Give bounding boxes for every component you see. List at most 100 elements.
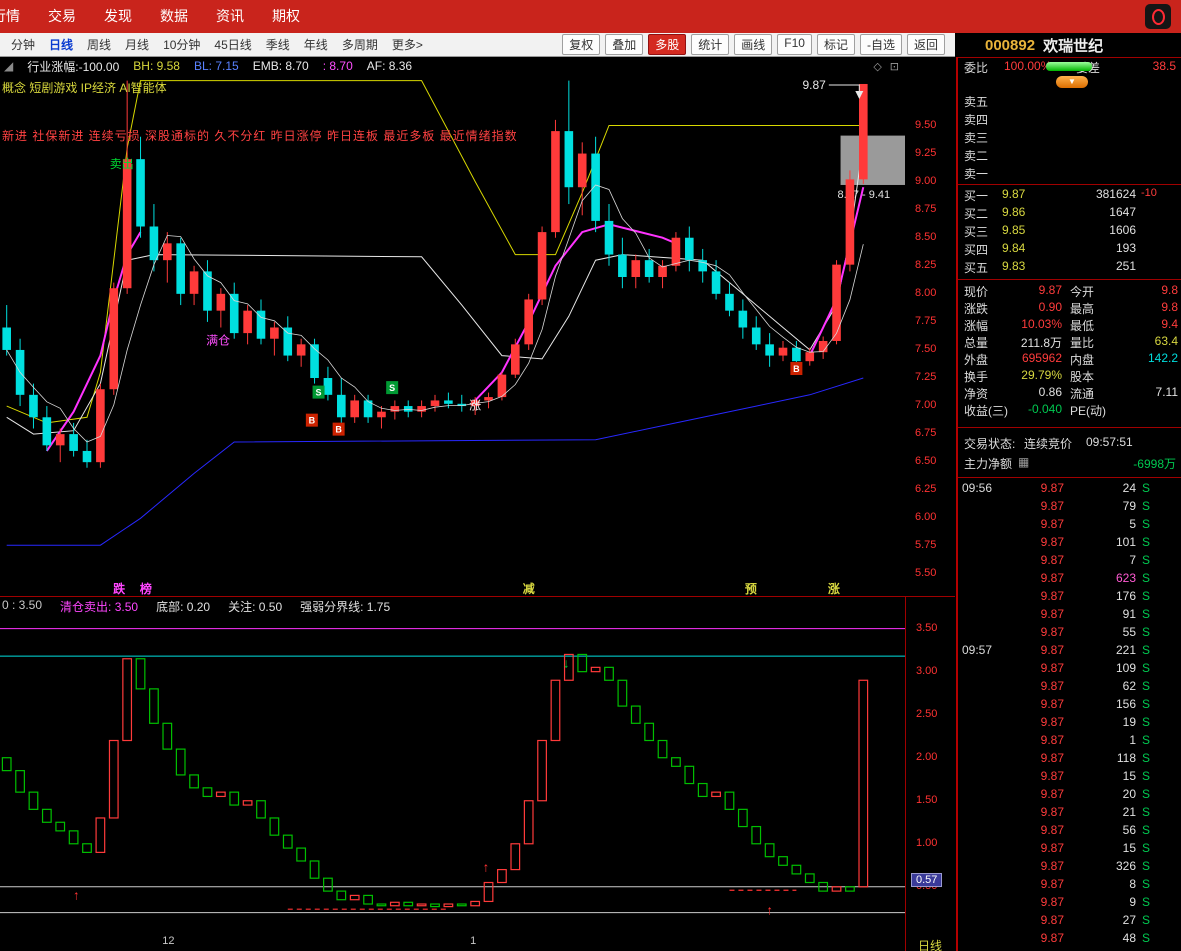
browser-icon[interactable]: [1145, 4, 1171, 29]
menu-item-1[interactable]: 交易: [34, 0, 90, 33]
collapse-button[interactable]: ▼: [1056, 76, 1088, 88]
trade-status-label: 交易状态:: [964, 437, 1016, 451]
tick-side-flag: S: [1142, 571, 1151, 585]
indicator-value-3: EMB: 8.70: [252, 59, 309, 73]
toolbar-button-1[interactable]: 叠加: [605, 34, 644, 55]
chart-area: ◢ 行业涨幅:-100.00 BH: 9.58 BL: 7.15 EMB: 8.70: …: [0, 57, 958, 951]
stat-label: 外盘: [964, 353, 989, 367]
tick-volume: 176: [1115, 589, 1136, 603]
price-tick: 9.25: [915, 146, 937, 159]
period-tab-6[interactable]: 季线: [259, 36, 297, 53]
ask-row-3[interactable]: 卖二: [958, 147, 1181, 164]
period-tabs: 分钟 日线 周线 月线 10分钟 45日线 季线 年线 多周期 更多>: [4, 36, 430, 53]
stock-name: 欢瑞世纪: [1043, 37, 1104, 55]
menu-item-4[interactable]: 资讯: [202, 0, 258, 33]
menu-bar: 行情交易发现数据资讯期权: [0, 0, 1181, 33]
bid-label: 买四: [964, 243, 989, 257]
tick-row: 9.87 21 S: [958, 805, 1181, 822]
tick-price: 9.87: [1040, 625, 1064, 639]
menu-item-2[interactable]: 发现: [90, 0, 146, 33]
price-tick: 5.50: [915, 567, 937, 580]
stock-code: 000892: [985, 36, 1036, 54]
expand-icon[interactable]: ◢: [4, 59, 13, 73]
price-tick: 8.25: [915, 258, 937, 271]
tick-price: 9.87: [1040, 859, 1064, 873]
tick-time: 09:57: [962, 643, 993, 657]
tick-volume: 109: [1115, 661, 1136, 675]
period-tab-2[interactable]: 周线: [80, 36, 118, 53]
window-icon[interactable]: ⊡: [890, 60, 899, 73]
period-tab-4[interactable]: 10分钟: [156, 36, 207, 53]
tick-price: 9.87: [1040, 805, 1064, 819]
tick-row: 9.87 156 S: [958, 697, 1181, 714]
toolbar-button-8[interactable]: 返回: [906, 34, 945, 55]
tick-row: 9.87 176 S: [958, 589, 1181, 606]
toolbar-button-7[interactable]: -自选: [859, 34, 902, 55]
ask-label: 卖二: [964, 149, 989, 163]
toolbar-button-3[interactable]: 统计: [691, 34, 730, 55]
indicator-info-bar: ◢ 行业涨幅:-100.00 BH: 9.58 BL: 7.15 EMB: 8.70: …: [0, 57, 905, 75]
bid-row-4[interactable]: 买五 9.83 251: [958, 259, 1181, 276]
toolbar-button-4[interactable]: 画线: [734, 34, 773, 55]
toolbar-button-5[interactable]: F10: [777, 34, 812, 55]
tick-price: 9.87: [1040, 589, 1064, 603]
stat-value: 0.86: [1038, 385, 1062, 399]
bid-volume: 1647: [1109, 205, 1136, 219]
menu-item-0[interactable]: 行情: [0, 0, 34, 33]
stat-value: 211.8万: [1020, 336, 1062, 350]
sub-indicator-chart[interactable]: ↓ ↑ ↑ ↑: [0, 614, 905, 935]
bid-row-0[interactable]: 买一 9.87 381624 -10: [958, 187, 1181, 204]
stat-label: 现价: [964, 285, 989, 299]
toolbar-button-2[interactable]: 多股: [648, 34, 687, 55]
price-tick: 8.50: [915, 230, 937, 243]
tick-row: 9.87 79 S: [958, 499, 1181, 516]
main-flow-row: 主力净额 ▦ -6998万: [958, 455, 1181, 472]
period-tab-7[interactable]: 年线: [297, 36, 335, 53]
toolbar-button-6[interactable]: 标记: [816, 34, 855, 55]
period-tab-9[interactable]: 更多>: [385, 36, 430, 53]
tick-price: 9.87: [1040, 661, 1064, 675]
sell-arrow-icon: ↓: [563, 655, 570, 670]
ask-label: 卖五: [964, 95, 989, 109]
period-tab-5[interactable]: 45日线: [207, 36, 258, 53]
tick-row: 9.87 15 S: [958, 841, 1181, 858]
ask-row-0[interactable]: 卖五: [958, 93, 1181, 110]
sub-indicator-param-3: 关注: 0.50: [228, 600, 283, 614]
ask-row-4[interactable]: 卖一: [958, 165, 1181, 182]
tick-row: 9.87 91 S: [958, 607, 1181, 624]
weibi-value: 100.00%: [1004, 59, 1052, 73]
period-tab-1[interactable]: 日线: [42, 36, 80, 53]
stat-value: 0.90: [1038, 300, 1062, 314]
stat-label: 净资: [964, 387, 989, 401]
tick-row: 9.87 101 S: [958, 535, 1181, 552]
toolbar-button-0[interactable]: 复权: [562, 34, 601, 55]
period-tab-8[interactable]: 多周期: [335, 36, 385, 53]
window-icon[interactable]: ▦: [1018, 455, 1029, 469]
stat-value: 10.03%: [1021, 317, 1062, 331]
ask-row-2[interactable]: 卖三: [958, 129, 1181, 146]
price-tick: 7.50: [915, 342, 937, 355]
period-toolbar: 分钟 日线 周线 月线 10分钟 45日线 季线 年线 多周期 更多> 复权 叠加 多股 统计 画线 F10…: [0, 33, 955, 57]
forecast-range-label: 8.97 - 9.41: [838, 189, 891, 201]
menu-item-3[interactable]: 数据: [146, 0, 202, 33]
stat-row-4: 外盘 695962 内盘 142.2: [958, 351, 1181, 368]
quote-panel: 委比 100.00% 委差 38.5 ▼ 卖五卖四卖三卖二卖一 买一9.8738…: [958, 57, 1181, 951]
tick-row: 9.87 55 S: [958, 625, 1181, 642]
bid-row-1[interactable]: 买二 9.86 1647: [958, 205, 1181, 222]
time-axis-label-0: 12: [162, 935, 175, 947]
bid-row-2[interactable]: 买三 9.85 1606: [958, 223, 1181, 240]
tick-side-flag: S: [1142, 697, 1151, 711]
bid-row-3[interactable]: 买四 9.84 193: [958, 241, 1181, 258]
diamond-icon[interactable]: ◇: [873, 60, 881, 73]
ask-row-1[interactable]: 卖四: [958, 111, 1181, 128]
period-tab-3[interactable]: 月线: [118, 36, 156, 53]
tick-side-flag: S: [1142, 715, 1151, 729]
menu-item-5[interactable]: 期权: [258, 0, 314, 33]
main-kline-chart[interactable]: 8.97 - 9.41 卖出满仓涨 S S B B B 9.87: [0, 75, 905, 580]
bid-price: 9.83: [1002, 259, 1026, 273]
bid-change: -10: [1141, 187, 1157, 199]
tick-row: 9.87 7 S: [958, 553, 1181, 570]
stat-value: 63.4: [1154, 334, 1178, 348]
tick-row: 9.87 9 S: [958, 895, 1181, 912]
period-tab-0[interactable]: 分钟: [4, 36, 42, 53]
